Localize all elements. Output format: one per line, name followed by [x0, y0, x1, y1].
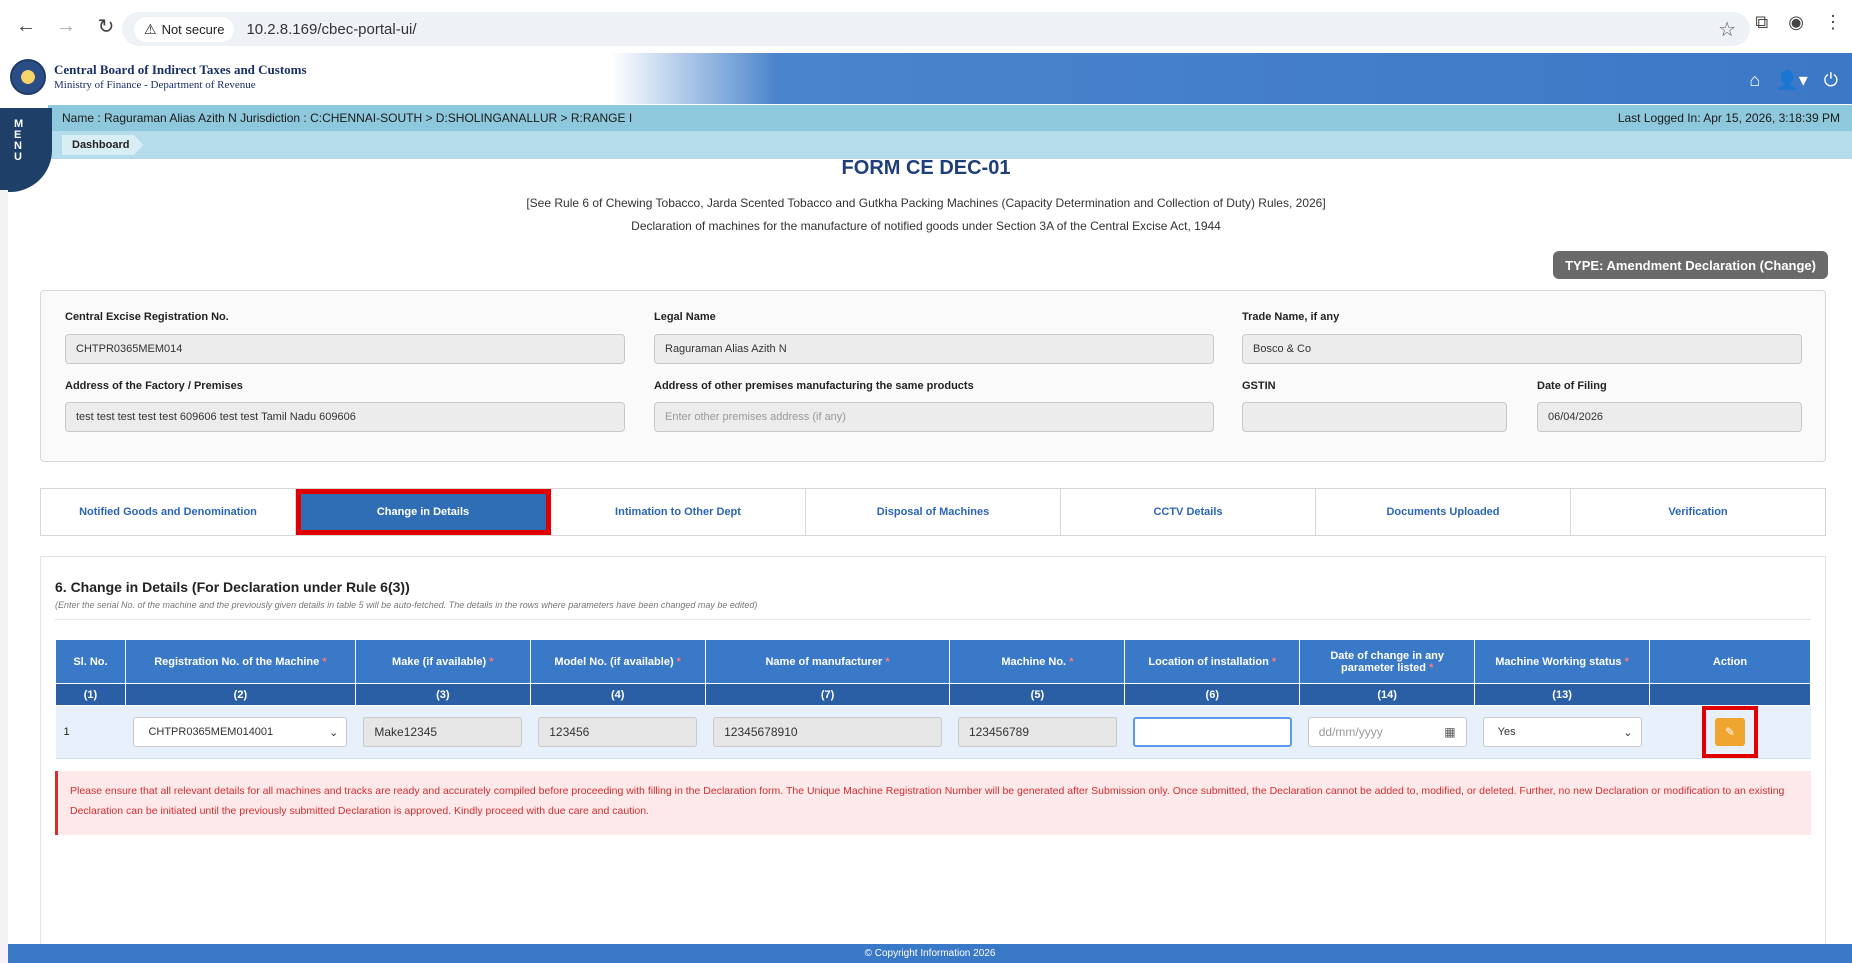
reg-no-label: Central Excise Registration No.: [65, 311, 229, 323]
profile-icon[interactable]: ◉: [1788, 12, 1804, 33]
col-num: (6): [1124, 683, 1301, 706]
cell-sl-no: 1: [55, 705, 126, 759]
forward-icon[interactable]: →: [52, 12, 80, 40]
bookmark-star-icon[interactable]: ☆: [1718, 17, 1736, 42]
browser-actions: ⧉ ◉ ⋮: [1745, 12, 1852, 33]
last-login: Last Logged In: Apr 15, 2026, 3:18:39 PM: [1617, 111, 1840, 125]
date-of-filing-field: 06/04/2026: [1537, 402, 1802, 432]
chevron-down-icon: ⌄: [1623, 726, 1633, 739]
machine-no-field: 123456789: [957, 717, 1117, 747]
reload-icon[interactable]: ↻: [92, 12, 120, 40]
url-text[interactable]: 10.2.8.169/cbec-portal-ui/: [246, 21, 416, 38]
col-num: (13): [1474, 683, 1651, 706]
table-row: 1 CHTPR0365MEM014001 ⌄ Make12345 123456 1…: [55, 705, 1811, 759]
location-input[interactable]: [1132, 717, 1292, 747]
security-chip[interactable]: ⚠ Not secure: [134, 16, 235, 42]
tab-disposal-of-machines[interactable]: Disposal of Machines: [806, 489, 1061, 535]
col-header-make: Make (if available) *: [354, 639, 531, 684]
change-in-details-section: 6. Change in Details (For Declaration un…: [40, 556, 1826, 946]
col-header-manufacturer: Name of manufacturer *: [704, 639, 951, 684]
col-header-working-status: Machine Working status *: [1474, 639, 1651, 684]
col-num: (7): [704, 683, 951, 706]
legal-name-label: Legal Name: [654, 311, 716, 323]
tab-notified-goods[interactable]: Notified Goods and Denomination: [41, 489, 296, 535]
header-actions: ⌂ 👤▾ ⏻: [1733, 70, 1838, 91]
user-info-bar: Name : Raguraman Alias Azith N Jurisdict…: [48, 105, 1852, 131]
app-header: Central Board of Indirect Taxes and Cust…: [0, 53, 1852, 104]
model-no-field: 123456: [538, 717, 698, 747]
pencil-icon: ✎: [1724, 725, 1736, 739]
kebab-menu-icon[interactable]: ⋮: [1824, 12, 1842, 33]
col-header-location: Location of installation *: [1124, 639, 1301, 684]
form-description: Declaration of machines for the manufact…: [631, 219, 1221, 233]
submission-warning: Please ensure that all relevant details …: [55, 771, 1811, 835]
calendar-icon[interactable]: ▦: [1444, 725, 1455, 739]
tab-intimation-other-dept[interactable]: Intimation to Other Dept: [551, 489, 806, 535]
trade-name-label: Trade Name, if any: [1242, 311, 1340, 323]
date-of-change-input[interactable]: dd/mm/yyyy ▦: [1307, 717, 1467, 747]
working-status-select[interactable]: Yes ⌄: [1482, 717, 1642, 747]
factory-address-field: test test test test test 609606 test tes…: [65, 402, 625, 432]
other-premises-field: Enter other premises address (if any): [654, 402, 1214, 432]
tab-cctv-details[interactable]: CCTV Details: [1061, 489, 1316, 535]
col-num: [1649, 683, 1811, 706]
reg-no-field: CHTPR0365MEM014: [65, 334, 625, 364]
form-title: FORM CE DEC-01: [841, 157, 1011, 179]
col-num: (4): [529, 683, 706, 706]
col-header-registration-no: Registration No. of the Machine *: [124, 639, 356, 684]
col-header-sl-no: Sl. No.: [55, 639, 126, 684]
left-rail: [0, 190, 8, 963]
col-header-date-of-change: Date of change in any parameter listed *: [1299, 639, 1476, 684]
date-of-filing-label: Date of Filing: [1537, 380, 1607, 392]
change-details-table: Sl. No. Registration No. of the Machine …: [55, 639, 1811, 759]
address-bar[interactable]: ⚠ Not secure 10.2.8.169/cbec-portal-ui/ ☆: [122, 12, 1750, 46]
trade-name-field: Bosco & Co: [1242, 334, 1802, 364]
back-icon[interactable]: ←: [12, 12, 40, 40]
declaration-type-badge: TYPE: Amendment Declaration (Change): [1553, 251, 1828, 279]
edit-button[interactable]: ✎: [1715, 718, 1745, 746]
user-icon[interactable]: 👤▾: [1776, 70, 1807, 91]
other-premises-label: Address of other premises manufacturing …: [654, 380, 974, 392]
tab-documents-uploaded[interactable]: Documents Uploaded: [1316, 489, 1571, 535]
registration-no-select[interactable]: CHTPR0365MEM014001 ⌄: [133, 717, 348, 747]
col-num: (5): [949, 683, 1126, 706]
chevron-down-icon: ⌄: [329, 726, 339, 739]
footer-copyright: © Copyright Information 2026: [8, 944, 1852, 963]
section-note: (Enter the serial No. of the machine and…: [55, 600, 758, 610]
factory-address-label: Address of the Factory / Premises: [65, 380, 243, 392]
col-num: (14): [1299, 683, 1476, 706]
col-num: (1): [55, 683, 126, 706]
col-header-machine-no: Machine No. *: [949, 639, 1126, 684]
org-name: Central Board of Indirect Taxes and Cust…: [54, 62, 307, 77]
tab-verification[interactable]: Verification: [1571, 489, 1825, 535]
col-header-model-no: Model No. (if available) *: [529, 639, 706, 684]
breadcrumb-dashboard[interactable]: Dashboard: [62, 135, 144, 155]
legal-name-field: Raguraman Alias Azith N: [654, 334, 1214, 364]
warning-icon: ⚠: [144, 20, 157, 37]
make-field: Make12345: [363, 717, 523, 747]
tab-change-in-details[interactable]: Change in Details: [296, 489, 551, 535]
screen-search-icon[interactable]: ⧉: [1755, 12, 1768, 33]
cbic-logo: [10, 59, 46, 95]
edit-highlight: ✎: [1702, 706, 1758, 758]
section-divider: [55, 619, 1811, 620]
col-header-action: Action: [1649, 639, 1811, 684]
registrant-details-card: Central Excise Registration No. CHTPR036…: [40, 290, 1826, 462]
user-jurisdiction: Name : Raguraman Alias Azith N Jurisdict…: [62, 111, 633, 125]
gstin-field: [1242, 402, 1507, 432]
power-icon[interactable]: ⏻: [1824, 70, 1838, 91]
section-title: 6. Change in Details (For Declaration un…: [55, 579, 410, 595]
breadcrumb-bar: Dashboard: [48, 131, 1852, 159]
col-num: (3): [354, 683, 531, 706]
form-tabs: Notified Goods and Denomination Change i…: [40, 488, 1826, 536]
org-subtitle: Ministry of Finance - Department of Reve…: [54, 79, 256, 91]
gstin-label: GSTIN: [1242, 380, 1276, 392]
manufacturer-field: 12345678910: [713, 717, 942, 747]
home-icon[interactable]: ⌂: [1749, 70, 1760, 91]
form-rule: [See Rule 6 of Chewing Tobacco, Jarda Sc…: [526, 196, 1326, 210]
browser-toolbar: ← → ↻ ⚠ Not secure 10.2.8.169/cbec-portal…: [0, 0, 1852, 52]
col-num: (2): [124, 683, 356, 706]
